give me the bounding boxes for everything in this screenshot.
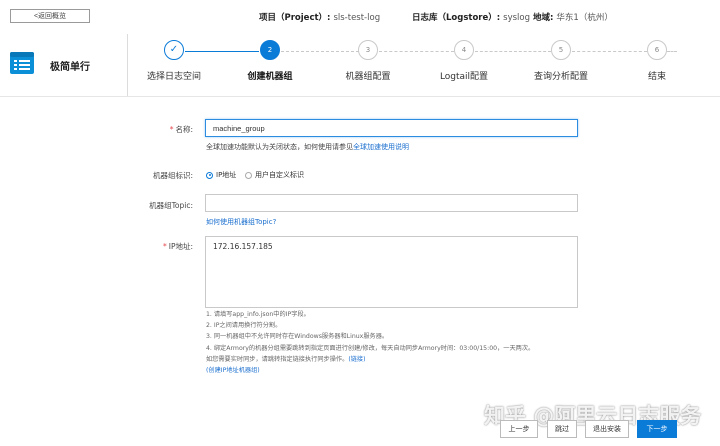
region-info: 地域: 华东1（杭州）: [533, 11, 613, 23]
step-connector-6: [667, 51, 677, 52]
step-6-label: 结束: [647, 72, 667, 82]
sync-link[interactable]: (链接): [348, 356, 365, 363]
ip-notes: 1. 请填写app_info.json中的IP字段。 2. IP之间请用换行符分…: [206, 309, 534, 376]
name-help-text: 全球加速功能默认为关闭状态，如何使用请参见全球加速使用说明: [206, 143, 409, 151]
create-ip-group-link[interactable]: (创建IP地址机器组): [206, 367, 260, 374]
project-value: sls-test-log: [333, 13, 381, 23]
region-label: 地域:: [533, 13, 554, 23]
topic-input[interactable]: [205, 194, 578, 212]
note-line-6: (创建IP地址机器组): [206, 365, 534, 376]
note-line-2: 2. IP之间请用换行符分割。: [206, 322, 282, 330]
step-6-circle[interactable]: 6: [647, 40, 667, 60]
project-info: 项目（Project）: sls-test-log: [259, 11, 380, 23]
back-to-overview-button[interactable]: <返回概览: [10, 9, 90, 23]
logstore-label: 日志库（Logstore）:: [412, 13, 501, 23]
acceleration-doc-link[interactable]: 全球加速使用说明: [353, 143, 409, 151]
exit-install-button[interactable]: 退出安装: [585, 420, 629, 438]
step-3-circle[interactable]: 3: [358, 40, 378, 60]
logstore-info: 日志库（Logstore）: syslog: [412, 11, 530, 23]
server-list-icon: [10, 52, 34, 74]
radio-custom-identity[interactable]: 用户自定义标识: [245, 170, 304, 180]
topic-help-link[interactable]: 如何使用机器组Topic?: [206, 217, 276, 227]
top-bar: <返回概览 项目（Project）: sls-test-log 日志库（Logst…: [0, 0, 720, 34]
step-4-label: Logtail配置: [439, 72, 489, 82]
radio-checked-icon: [206, 171, 213, 179]
radio-ip-address[interactable]: IP地址: [206, 170, 236, 180]
step-1-label: 选择日志空间: [146, 72, 202, 82]
note-line-3: 3. 同一机器组中不允许同时存在Windows服务器和Linux服务器。: [206, 333, 389, 341]
project-label: 项目（Project）:: [259, 13, 331, 23]
wizard-steps: 极简单行 ✓ 2 3 4 5 6 选择日志空间 创建机器组 机器组配置 Logt…: [0, 34, 720, 97]
step-connector-1: [185, 51, 259, 52]
step-1-check-icon[interactable]: ✓: [164, 40, 184, 60]
step-connector-4: [475, 51, 551, 52]
note-line-4: 4. 绑定Armory的机器分组需要跳转到指定页面进行创建/修改，每天自动同步A…: [206, 344, 535, 352]
ip-textarea[interactable]: 172.16.157.185: [205, 236, 578, 308]
step-4-circle[interactable]: 4: [454, 40, 474, 60]
prev-step-button[interactable]: 上一步: [500, 420, 538, 438]
note-line-5: 如您需要实时同步，请跳转指定链接执行同步操作。(链接): [206, 355, 366, 363]
identity-label: 机器组标识:: [152, 171, 193, 180]
next-step-button[interactable]: 下一步: [637, 420, 677, 438]
logstore-value: syslog: [503, 13, 531, 23]
step-5-circle[interactable]: 5: [551, 40, 571, 60]
name-label: * 名称:: [169, 125, 193, 134]
skip-button[interactable]: 跳过: [547, 420, 577, 438]
step-connector-2: [281, 51, 359, 52]
ip-label: * IP地址:: [162, 242, 193, 251]
step-connector-3: [379, 51, 454, 52]
step-2-circle[interactable]: 2: [260, 40, 280, 60]
step-5-label: 查询分析配置: [533, 72, 589, 82]
name-input[interactable]: [205, 119, 578, 137]
note-line-1: 1. 请填写app_info.json中的IP字段。: [206, 311, 310, 318]
brand-panel: 极简单行: [0, 34, 128, 96]
step-3-label: 机器组配置: [345, 72, 391, 82]
region-value: 华东1（杭州）: [556, 13, 613, 23]
topic-label: 机器组Topic:: [149, 201, 193, 210]
step-2-label: 创建机器组: [247, 72, 293, 82]
brand-title: 极简单行: [50, 62, 90, 73]
step-connector-5: [572, 51, 647, 52]
radio-unchecked-icon: [245, 171, 252, 179]
